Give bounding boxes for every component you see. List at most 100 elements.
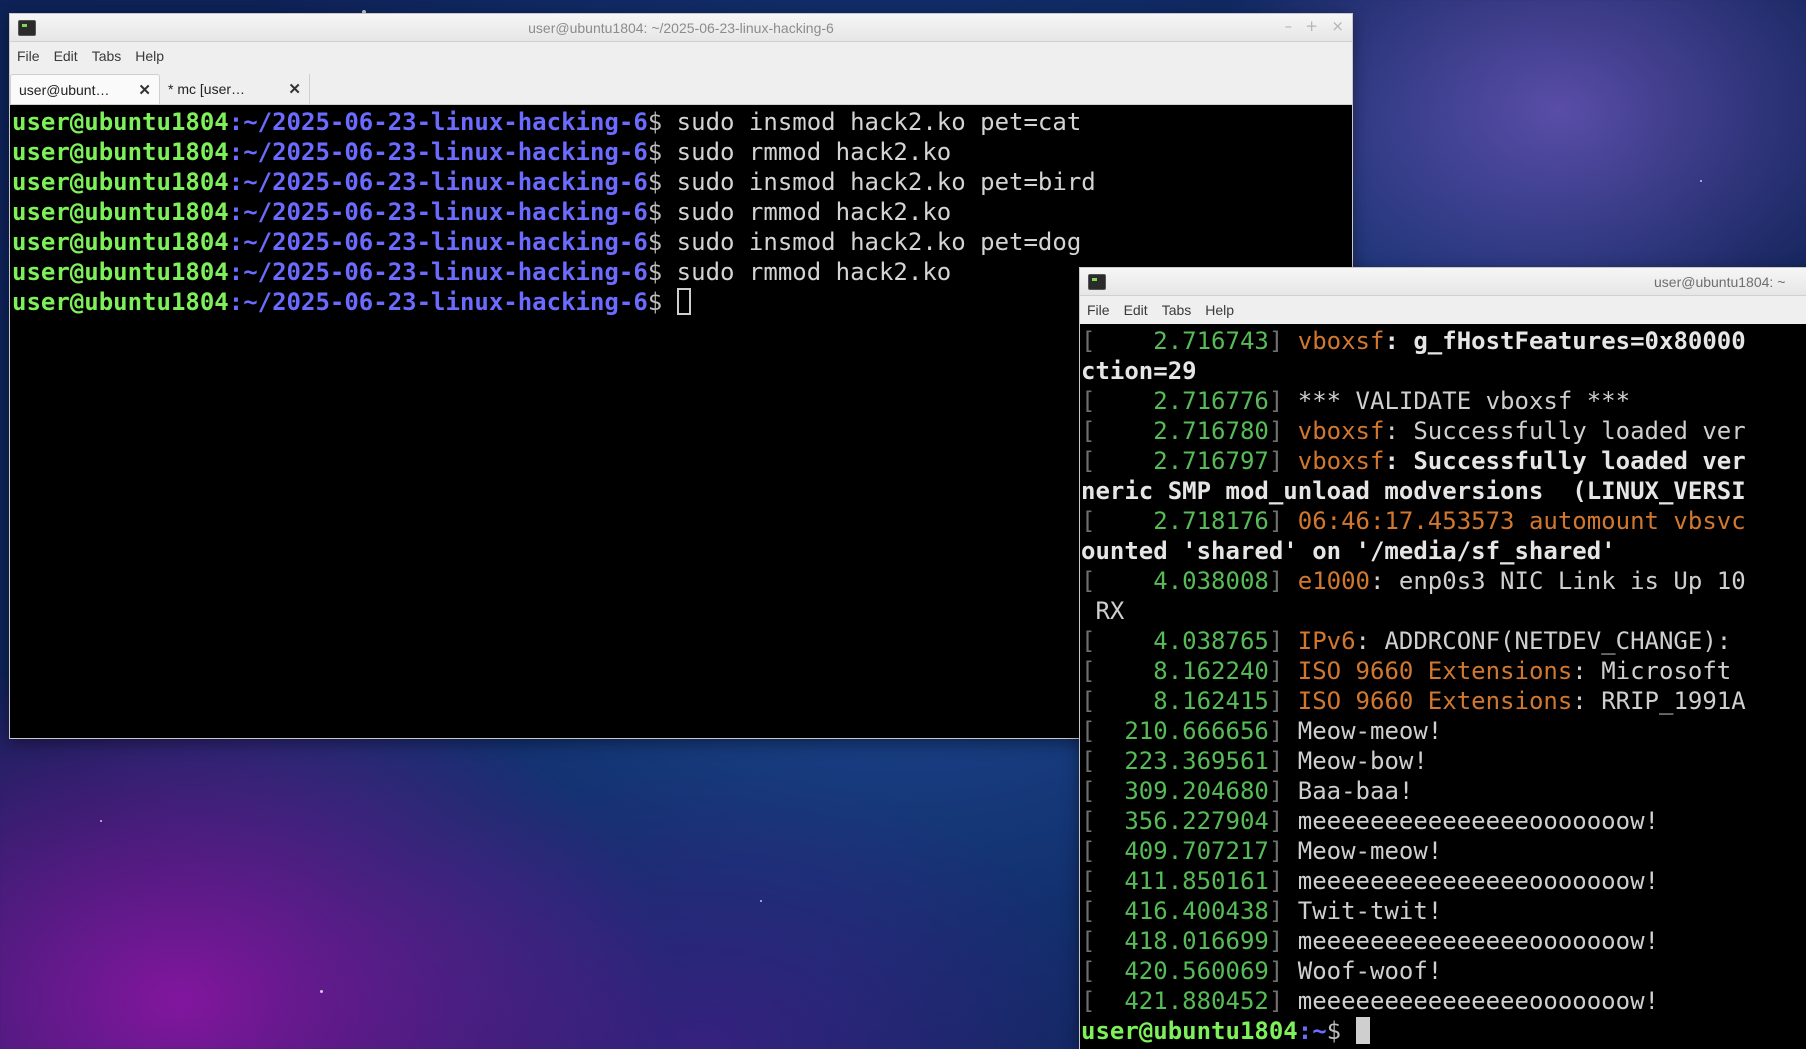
prompt-user: user@ubuntu1804 [12, 108, 229, 136]
dmesg-module: IPv6 [1297, 627, 1356, 655]
prompt-path: :~/2025-06-23-linux-hacking-6 [228, 138, 648, 166]
dmesg-line: [ 2.716743] vboxsf: g_fHostFeatures=0x80… [1081, 326, 1806, 356]
dmesg-timestamp: 210.666656 [1095, 717, 1269, 745]
tab-label: * mc [user… [168, 81, 246, 97]
menu-help[interactable]: Help [1198, 302, 1241, 318]
menu-help[interactable]: Help [128, 48, 171, 64]
wallpaper-star [100, 820, 102, 822]
prompt-path: :~/2025-06-23-linux-hacking-6 [228, 288, 648, 316]
dmesg-bracket: ] [1268, 897, 1298, 925]
dmesg-line: [ 356.227904] meeeeeeeeeeeeeeeooooooow! [1081, 806, 1806, 836]
dmesg-bracket: ] [1268, 447, 1298, 475]
dmesg-timestamp: 2.716797 [1095, 447, 1269, 475]
dmesg-module: ISO 9660 Extensions [1297, 687, 1573, 715]
close-tab-icon[interactable]: ✕ [138, 81, 151, 99]
terminal-line: user@ubuntu1804:~/2025-06-23-linux-hacki… [12, 137, 1350, 167]
dmesg-module: vboxsf [1297, 417, 1385, 445]
window-titlebar[interactable]: user@ubuntu1804: ~ [1080, 268, 1806, 296]
dmesg-timestamp: 309.204680 [1095, 777, 1269, 805]
dmesg-bracket: [ [1081, 417, 1096, 445]
command-text: sudo insmod hack2.ko pet=cat [662, 108, 1082, 136]
terminal-line: user@ubuntu1804:~/2025-06-23-linux-hacki… [12, 227, 1350, 257]
menu-edit[interactable]: Edit [1117, 302, 1155, 318]
command-text: sudo insmod hack2.ko pet=bird [662, 168, 1096, 196]
maximize-icon[interactable]: + [1305, 17, 1318, 35]
dmesg-module: ISO 9660 Extensions [1297, 657, 1573, 685]
prompt-user: user@ubuntu1804 [12, 168, 229, 196]
window-title: user@ubuntu1804: ~/2025-06-23-linux-hack… [528, 19, 834, 36]
terminal-app-icon [1088, 273, 1106, 290]
dmesg-line: [ 8.162240] ISO 9660 Extensions: Microso… [1081, 656, 1806, 686]
dmesg-line: [ 4.038765] IPv6: ADDRCONF(NETDEV_CHANGE… [1081, 626, 1806, 656]
prompt-symbol: $ [647, 108, 663, 136]
window-titlebar[interactable]: user@ubuntu1804: ~/2025-06-23-linux-hack… [10, 14, 1352, 42]
prompt-path: :~/2025-06-23-linux-hacking-6 [228, 228, 648, 256]
dmesg-message: meeeeeeeeeeeeeeeooooooow! [1297, 867, 1659, 895]
dmesg-line: [ 418.016699] meeeeeeeeeeeeeeeooooooow! [1081, 926, 1806, 956]
menu-file[interactable]: File [10, 48, 47, 64]
tab-mc[interactable]: * mc [user… ✕ [160, 74, 310, 104]
dmesg-bracket: [ [1081, 447, 1096, 475]
prompt-user: user@ubuntu1804 [12, 198, 229, 226]
command-text [662, 288, 676, 316]
prompt-symbol: $ [647, 138, 663, 166]
dmesg-line: [ 309.204680] Baa-baa! [1081, 776, 1806, 806]
dmesg-bracket: [ [1081, 987, 1096, 1015]
wallpaper-star [1700, 180, 1702, 182]
close-icon[interactable]: × [1331, 17, 1344, 35]
terminal-window-dmesg[interactable]: user@ubuntu1804: ~ File Edit Tabs Help [… [1080, 268, 1806, 1049]
dmesg-output[interactable]: [ 2.716743] vboxsf: g_fHostFeatures=0x80… [1080, 324, 1806, 1049]
dmesg-continuation: ounted 'shared' on '/media/sf_shared' [1081, 537, 1616, 565]
dmesg-bracket: ] [1268, 807, 1298, 835]
dmesg-line: [ 416.400438] Twit-twit! [1081, 896, 1806, 926]
dmesg-bracket: [ [1081, 567, 1096, 595]
dmesg-message: : Successfully loaded ver [1384, 447, 1746, 475]
dmesg-bracket: ] [1268, 627, 1298, 655]
menu-edit[interactable]: Edit [47, 48, 85, 64]
menu-bar: File Edit Tabs Help [1080, 296, 1806, 324]
prompt-symbol: $ [647, 168, 663, 196]
dmesg-timestamp: 411.850161 [1095, 867, 1269, 895]
prompt-symbol: $ [1326, 1017, 1356, 1045]
prompt-symbol: $ [647, 288, 663, 316]
tab-user-shell[interactable]: user@ubunt… ✕ [10, 74, 160, 104]
menu-file[interactable]: File [1080, 302, 1117, 318]
dmesg-bracket: ] [1268, 657, 1298, 685]
terminal-line: user@ubuntu1804:~/2025-06-23-linux-hacki… [12, 197, 1350, 227]
prompt-path: :~/2025-06-23-linux-hacking-6 [228, 198, 648, 226]
command-text: sudo rmmod hack2.ko [662, 258, 952, 286]
window-title: user@ubuntu1804: ~ [1654, 273, 1786, 290]
prompt-user: user@ubuntu1804 [12, 258, 229, 286]
menu-tabs[interactable]: Tabs [1155, 302, 1199, 318]
prompt-symbol: $ [647, 258, 663, 286]
dmesg-line: [ 4.038008] e1000: enp0s3 NIC Link is Up… [1081, 566, 1806, 596]
command-text: sudo rmmod hack2.ko [662, 198, 952, 226]
dmesg-line: [ 421.880452] meeeeeeeeeeeeeeeooooooow! [1081, 986, 1806, 1016]
dmesg-timestamp: 356.227904 [1095, 807, 1269, 835]
dmesg-message: : enp0s3 NIC Link is Up 10 [1370, 567, 1746, 595]
dmesg-message: Meow-meow! [1297, 837, 1443, 865]
dmesg-line: neric SMP mod_unload modversions (LINUX_… [1081, 476, 1806, 506]
wallpaper-star [320, 990, 323, 993]
dmesg-bracket: [ [1081, 687, 1096, 715]
menu-tabs[interactable]: Tabs [85, 48, 129, 64]
dmesg-timestamp: 418.016699 [1095, 927, 1269, 955]
dmesg-bracket: ] [1268, 507, 1298, 535]
dmesg-message: meeeeeeeeeeeeeeeooooooow! [1297, 987, 1659, 1015]
terminal-line: user@ubuntu1804:~/2025-06-23-linux-hacki… [12, 167, 1350, 197]
wallpaper-star [760, 900, 762, 902]
prompt-user: user@ubuntu1804 [12, 138, 229, 166]
command-text: sudo insmod hack2.ko pet=dog [662, 228, 1082, 256]
prompt-symbol: $ [647, 198, 663, 226]
dmesg-message: : RRIP_1991A [1572, 687, 1746, 715]
dmesg-bracket: [ [1081, 837, 1096, 865]
dmesg-message: *** VALIDATE vboxsf *** [1297, 387, 1631, 415]
dmesg-bracket: ] [1268, 327, 1298, 355]
minimize-icon[interactable]: – [1285, 17, 1293, 35]
terminal-line: user@ubuntu1804:~/2025-06-23-linux-hacki… [12, 107, 1350, 137]
dmesg-bracket: ] [1268, 867, 1298, 895]
dmesg-timestamp: 420.560069 [1095, 957, 1269, 985]
dmesg-line: RX [1081, 596, 1806, 626]
dmesg-bracket: ] [1268, 987, 1298, 1015]
close-tab-icon[interactable]: ✕ [288, 80, 301, 98]
